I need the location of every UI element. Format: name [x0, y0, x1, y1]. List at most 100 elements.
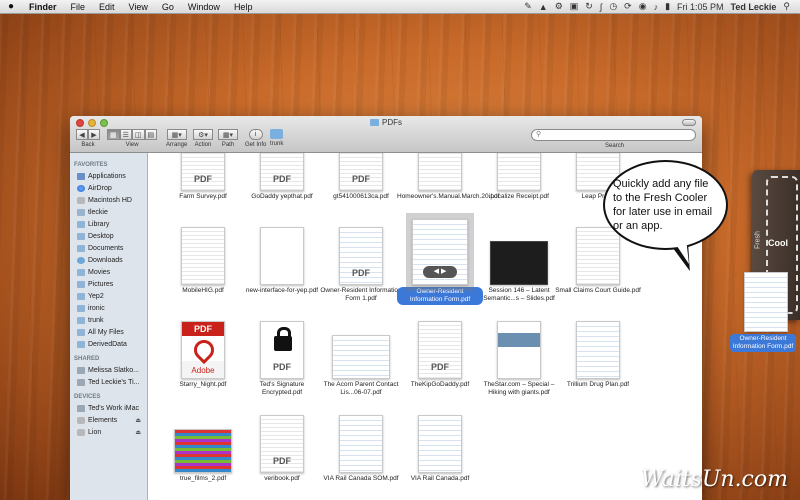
time-machine-icon[interactable]: ◷	[609, 1, 617, 12]
callout-bubble: Quickly add any file to the Fresh Cooler…	[603, 160, 728, 250]
sidebar-item-elements[interactable]: Elements ⏏	[70, 414, 147, 426]
path-button[interactable]: ▦▾	[218, 129, 238, 140]
menu-go[interactable]: Go	[155, 2, 181, 12]
sidebar-item-macintosh-hd[interactable]: Macintosh HD	[70, 194, 147, 206]
file-item[interactable]: PDF Owner-Resident Information Form 1.pd…	[318, 227, 404, 303]
menu-finder[interactable]: Finder	[22, 2, 64, 12]
eject-icon[interactable]: ⏏	[135, 417, 141, 424]
file-name: iLocalize Receipt.pdf	[489, 193, 549, 200]
menu-view[interactable]: View	[122, 2, 155, 12]
sidebar-item-airdrop[interactable]: AirDrop	[70, 182, 147, 194]
file-item[interactable]: new-interface-for-yep.pdf	[239, 227, 325, 295]
file-name: Farm Survey.pdf	[179, 193, 227, 200]
file-item[interactable]: Session 146 – Latent Semantic...s – Slid…	[476, 227, 562, 303]
pdf-document-icon	[418, 415, 462, 473]
sidebar-item-desktop[interactable]: Desktop	[70, 230, 147, 242]
pdf-document-icon: PDF	[260, 415, 304, 473]
sidebar-item-all-my-files[interactable]: All My Files	[70, 326, 147, 338]
list-view-button[interactable]: ☰	[119, 129, 132, 140]
sidebar-item-shared-ted[interactable]: Ted Leckie's Ti...	[70, 376, 147, 388]
file-item[interactable]: Trillium Drug Plan.pdf	[555, 321, 641, 389]
sidebar-item-downloads[interactable]: Downloads	[70, 254, 147, 266]
slides-thumbnail-icon	[490, 241, 548, 285]
file-item-selected[interactable]: ◀ ▶ Owner-Resident Information Form.pdf	[397, 213, 483, 305]
arrange-button[interactable]: ▦▾	[166, 129, 187, 140]
file-item[interactable]: PDF Ted's Signature Encrypted.pdf	[239, 321, 325, 397]
eject-icon[interactable]: ⏏	[135, 429, 141, 436]
file-name: TheStar.com – Special – Hiking with gian…	[483, 381, 555, 396]
sidebar-item-library[interactable]: Library	[70, 218, 147, 230]
spotlight-icon[interactable]: ⚲	[783, 1, 790, 12]
action-gear-icon[interactable]: ⚙▾	[193, 129, 213, 140]
sidebar-item-label: Applications	[88, 172, 126, 180]
file-item[interactable]: VIA Rail Canada SOM.pdf	[318, 415, 404, 483]
get-info-icon[interactable]: i	[248, 129, 263, 140]
coverflow-view-button[interactable]: ▤	[144, 129, 158, 140]
battery-icon[interactable]: ▮	[665, 1, 670, 12]
file-item[interactable]: PDF gt541000613ca.pdf	[318, 153, 404, 201]
get-info-group: i Get Info	[245, 129, 266, 148]
file-item[interactable]: The Acorn Parent Contact Lis...06-07.pdf	[318, 321, 404, 397]
folder-icon	[77, 292, 85, 300]
sync-icon[interactable]: ⟳	[624, 1, 632, 12]
menu-edit[interactable]: Edit	[92, 2, 122, 12]
pdf-tag: PDF	[431, 362, 449, 372]
column-view-button[interactable]: ◫	[131, 129, 145, 140]
sidebar-item-tleckie[interactable]: tleckie	[70, 206, 147, 218]
file-item[interactable]: TheStar.com – Special – Hiking with gian…	[476, 321, 562, 397]
pdf-document-icon	[174, 429, 232, 473]
sidebar-item-movies[interactable]: Movies	[70, 266, 147, 278]
menu-file[interactable]: File	[64, 2, 93, 12]
menu-help[interactable]: Help	[227, 2, 260, 12]
trunk-shortcut[interactable]: trunk	[270, 129, 283, 147]
bluetooth-icon[interactable]: ∫	[600, 2, 602, 12]
file-item[interactable]: PDF TheKipGoDaddy.pdf	[397, 321, 483, 389]
file-name: MobileHIG.pdf	[182, 287, 224, 294]
network-computer-icon	[77, 366, 85, 374]
dragged-file[interactable]: Owner-Resident Information Form.pdf	[730, 272, 796, 352]
clock[interactable]: Fri 1:05 PM	[677, 2, 724, 12]
file-item[interactable]: PDF Adobe Starry_Night.pdf	[160, 321, 246, 389]
sidebar-item-applications[interactable]: Applications	[70, 170, 147, 182]
sidebar-item-yep2[interactable]: Yep2	[70, 290, 147, 302]
back-button[interactable]: ◀	[76, 129, 88, 140]
file-name: true_films_2.pdf	[179, 475, 227, 482]
sidebar-item-trunk[interactable]: trunk	[70, 314, 147, 326]
file-item[interactable]: true_films_2.pdf	[160, 415, 246, 483]
status-icon[interactable]: ⚙	[555, 1, 563, 12]
apple-menu-icon[interactable]: ●	[0, 1, 22, 12]
sidebar-item-documents[interactable]: Documents	[70, 242, 147, 254]
menu-window[interactable]: Window	[181, 2, 227, 12]
sidebar-item-lion[interactable]: Lion ⏏	[70, 426, 147, 438]
wifi-icon[interactable]: ◉	[639, 1, 647, 12]
file-item[interactable]: PDF GoDaddy yepthat.pdf	[239, 153, 325, 201]
file-item[interactable]: PDF Farm Survey.pdf	[160, 153, 246, 201]
forward-button[interactable]: ▶	[88, 129, 100, 140]
icon-view-button[interactable]: ▦	[107, 129, 120, 140]
status-icon[interactable]: ↻	[585, 1, 593, 12]
external-disk-icon	[77, 416, 85, 424]
sidebar-item-shared-melissa[interactable]: Melissa Slatko...	[70, 364, 147, 376]
folder-icon	[77, 244, 85, 252]
status-icon[interactable]: ▣	[570, 1, 579, 12]
status-icon[interactable]: ✎	[524, 1, 532, 12]
quicklook-controls[interactable]: ◀ ▶	[423, 266, 457, 278]
sidebar-item-pictures[interactable]: Pictures	[70, 278, 147, 290]
file-item[interactable]: iLocalize Receipt.pdf	[476, 153, 562, 201]
file-name: Owner-Resident Information Form.pdf	[397, 287, 483, 305]
pdf-document-icon: PDF	[181, 153, 225, 191]
sidebar-item-ironic[interactable]: ironic	[70, 302, 147, 314]
sidebar-item-deriveddata[interactable]: DerivedData	[70, 338, 147, 350]
volume-icon[interactable]: ♪	[654, 2, 659, 12]
search-input[interactable]: ⚲	[531, 129, 696, 141]
file-item[interactable]: Homeowner's.Manual.March.20.pdf	[397, 153, 499, 201]
toolbar-toggle-button[interactable]	[682, 119, 696, 126]
file-name: new-interface-for-yep.pdf	[245, 287, 319, 294]
pdf-document-icon	[744, 272, 788, 332]
file-item[interactable]: VIA Rail Canada.pdf	[397, 415, 483, 483]
status-icon[interactable]: ▲	[539, 2, 548, 12]
file-item[interactable]: PDF veribook.pdf	[239, 415, 325, 483]
sidebar-item-work-imac[interactable]: Ted's Work iMac	[70, 402, 147, 414]
user-name[interactable]: Ted Leckie	[731, 2, 777, 12]
file-item[interactable]: MobileHIG.pdf	[160, 227, 246, 295]
